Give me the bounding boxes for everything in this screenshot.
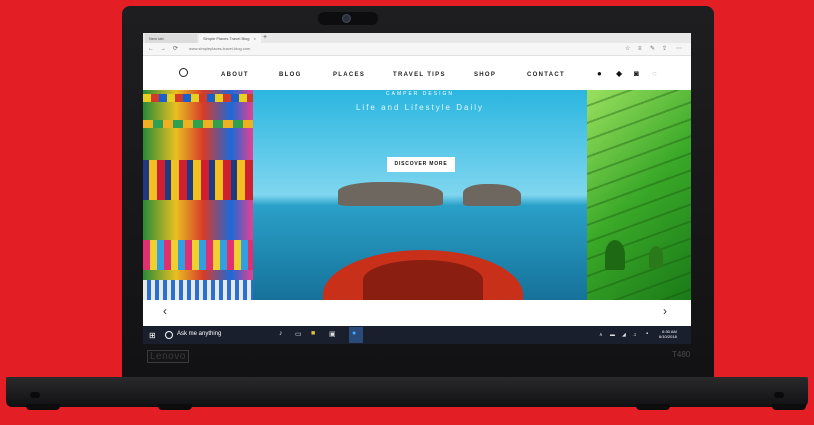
- twitter-icon[interactable]: ◆: [616, 69, 622, 78]
- cortana-icon[interactable]: [165, 331, 173, 339]
- hinge-icon: [774, 392, 784, 398]
- hero-title: Life and Lifestyle Daily: [355, 103, 485, 112]
- boat-deck: [363, 260, 483, 300]
- search-icon[interactable]: ○: [652, 69, 657, 78]
- windows-start-icon[interactable]: ⊞: [149, 331, 156, 340]
- notification-icon[interactable]: ▪: [646, 331, 648, 337]
- volume-icon[interactable]: ♫: [633, 332, 637, 338]
- battery-icon[interactable]: ▬: [610, 332, 615, 338]
- laptop-foot: [158, 404, 192, 410]
- laptop-foot: [26, 404, 60, 410]
- share-icon[interactable]: ⇪: [662, 43, 667, 55]
- tab-active-label: Simple Places Travel Blog: [203, 36, 250, 41]
- microphone-icon[interactable]: ♪: [279, 330, 283, 337]
- nav-blog[interactable]: BLOG: [279, 72, 302, 78]
- nav-shop[interactable]: SHOP: [474, 72, 496, 78]
- forward-icon[interactable]: →: [160, 43, 166, 55]
- next-arrow-icon[interactable]: ›: [663, 304, 667, 318]
- taskbar-search[interactable]: Ask me anything: [177, 331, 221, 337]
- instagram-icon[interactable]: ◙: [634, 69, 639, 78]
- tab-new[interactable]: New tab: [145, 34, 197, 43]
- site-logo-icon[interactable]: [179, 68, 188, 77]
- favorite-icon[interactable]: ☆: [625, 43, 630, 55]
- taskbar-clock[interactable]: 6:30 AM 6/10/2018: [659, 329, 677, 339]
- laptop-foot: [636, 404, 670, 410]
- ocean-boat-image: [253, 90, 587, 300]
- note-icon[interactable]: ✎: [650, 43, 655, 55]
- screen: New tab Simple Places Travel Blog × + ← …: [143, 33, 691, 344]
- rock-island: [338, 182, 443, 206]
- close-icon[interactable]: ×: [254, 36, 256, 41]
- prev-arrow-icon[interactable]: ‹: [163, 304, 167, 318]
- store-icon[interactable]: ▣: [329, 330, 336, 338]
- laptop-base: [6, 377, 808, 407]
- slider-controls: [143, 300, 691, 326]
- tab-active[interactable]: Simple Places Travel Blog ×: [199, 34, 261, 43]
- hero-slider: [143, 90, 691, 300]
- new-tab-button[interactable]: +: [263, 33, 267, 43]
- task-view-icon[interactable]: ▭: [295, 330, 302, 338]
- refresh-icon[interactable]: ⟳: [173, 43, 178, 55]
- back-icon[interactable]: ←: [148, 43, 154, 55]
- green-hills-image: [587, 90, 691, 300]
- laptop-foot: [772, 404, 806, 410]
- hinge-icon: [30, 392, 40, 398]
- nav-places[interactable]: PLACES: [333, 72, 365, 78]
- network-icon[interactable]: ◢: [622, 332, 626, 338]
- brand-logo: Lenovo: [147, 350, 189, 363]
- clock-date: 6/10/2018: [659, 334, 677, 339]
- url-field[interactable]: www.simpleplaces-travel-blog.com: [189, 45, 449, 53]
- nav-travel-tips[interactable]: TRAVEL TIPS: [393, 72, 446, 78]
- webcam-icon: [342, 14, 351, 23]
- facebook-icon[interactable]: ●: [597, 69, 602, 78]
- windows-taskbar: [143, 326, 691, 344]
- nav-contact[interactable]: CONTACT: [527, 72, 565, 78]
- edge-browser-icon[interactable]: ●: [352, 330, 356, 337]
- discover-more-button[interactable]: DISCOVER MORE: [387, 157, 455, 172]
- file-explorer-icon[interactable]: ■: [311, 330, 315, 337]
- rock-island: [463, 184, 521, 206]
- model-label: T480: [672, 350, 691, 359]
- more-icon[interactable]: ⋯: [676, 43, 682, 55]
- nav-about[interactable]: ABOUT: [221, 72, 249, 78]
- hero-kicker: CAMPER DESIGN: [386, 91, 454, 97]
- tray-chevron-icon[interactable]: ∧: [599, 332, 603, 338]
- colorful-building-image: [143, 90, 253, 300]
- hub-icon[interactable]: ≡: [638, 43, 642, 55]
